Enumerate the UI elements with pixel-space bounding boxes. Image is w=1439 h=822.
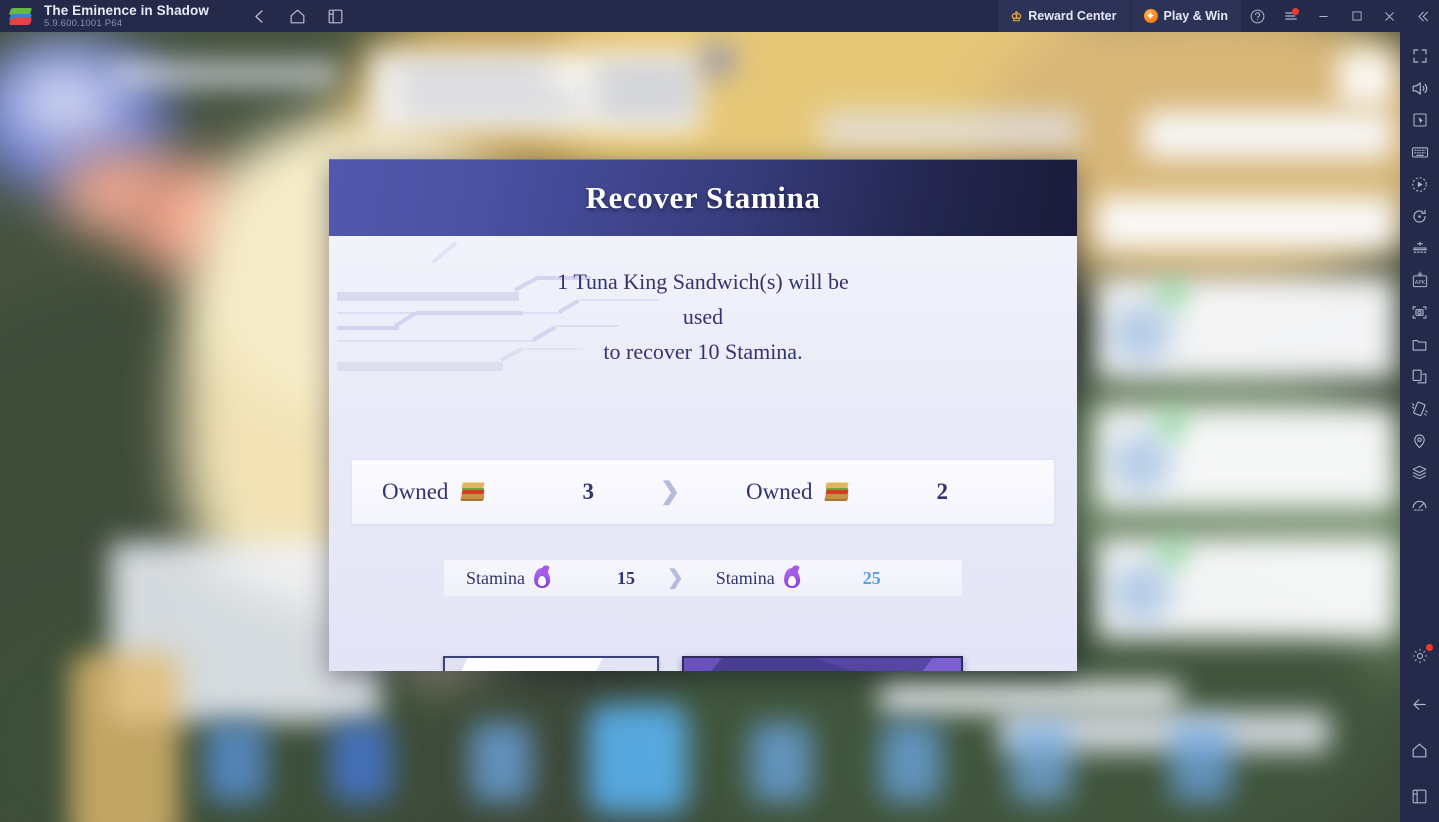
owned-before-group: Owned (382, 479, 486, 505)
multi-instance-icon[interactable] (321, 3, 351, 29)
titlebar-right-group: ♔ Reward Center ✦ Play & Win (996, 0, 1439, 32)
sandwich-icon (824, 481, 850, 503)
svg-text:APK: APK (1414, 280, 1425, 286)
dialog-body: 1 Tuna King Sandwich(s) will be used to … (329, 236, 1077, 671)
app-version: 5.9.600.1001 P64 (44, 18, 123, 29)
multi-instance-manager-icon[interactable] (1404, 456, 1436, 488)
help-icon[interactable] (1241, 0, 1274, 32)
tools-sidebar: APK (1400, 32, 1439, 822)
stamina-before-label: Stamina (466, 567, 525, 588)
collapse-sidebar-icon[interactable] (1406, 0, 1439, 32)
home-icon[interactable] (283, 3, 313, 29)
minimize-icon[interactable] (1307, 0, 1340, 32)
android-home-icon[interactable] (1404, 734, 1436, 766)
play-and-win-label: Play & Win (1163, 9, 1228, 23)
settings-notification-badge (1425, 644, 1433, 651)
dialog-title: Recover Stamina (585, 180, 821, 215)
settings-gear-icon[interactable] (1404, 640, 1436, 672)
sandwich-icon (460, 481, 486, 503)
back-arrow-icon[interactable] (245, 3, 275, 29)
menu-notification-badge (1292, 8, 1299, 15)
android-back-icon[interactable] (1404, 688, 1436, 720)
owned-before-value: 3 (582, 479, 594, 504)
crown-icon: ♔ (1010, 8, 1023, 24)
app-title: The Eminence in Shadow (44, 2, 209, 18)
volume-icon[interactable] (1404, 72, 1436, 104)
bluestacks-logo-icon (8, 3, 34, 29)
stamina-arrow-icon: ❯ (667, 567, 684, 589)
flame-icon (783, 564, 801, 589)
fullscreen-icon[interactable] (1404, 40, 1436, 72)
message-line-2: used (682, 304, 724, 329)
stamina-before-value: 15 (617, 567, 635, 588)
stamina-after-label: Stamina (715, 567, 775, 588)
titlebar-nav-group (245, 3, 351, 29)
media-folder-icon[interactable] (1404, 328, 1436, 360)
location-icon[interactable] (1404, 424, 1436, 456)
owned-after-value: 2 (936, 479, 948, 504)
bluestacks-window: The Eminence in Shadow 5.9.600.1001 P64 … (0, 0, 1439, 822)
copy-to-pc-icon[interactable] (1404, 360, 1436, 392)
message-line-1: 1 Tuna King Sandwich(s) will be (557, 269, 849, 294)
back-button[interactable]: Back (443, 656, 659, 671)
performance-icon[interactable] (1404, 488, 1436, 520)
reward-center-button[interactable]: ♔ Reward Center (996, 0, 1130, 32)
maximize-icon[interactable] (1340, 0, 1373, 32)
owned-before-label: Owned (382, 479, 449, 504)
owned-after-label: Owned (746, 479, 813, 504)
stamina-after-value: 25 (862, 567, 881, 588)
owned-item-row: Owned 3 ❯ Owned 2 (351, 459, 1055, 525)
coin-icon: ✦ (1143, 9, 1158, 23)
dialog-header: Recover Stamina (329, 159, 1077, 236)
install-apk-icon[interactable]: APK (1404, 264, 1436, 296)
owned-arrow-icon: ❯ (659, 478, 681, 505)
eco-mode-icon[interactable] (1404, 232, 1436, 264)
message-line-3: to recover 10 Stamina. (603, 339, 803, 364)
stamina-row: Stamina 15 ❯ Stamina 25 (443, 559, 963, 597)
screenshot-icon[interactable] (1404, 296, 1436, 328)
shake-icon[interactable] (1404, 392, 1436, 424)
window-titlebar: The Eminence in Shadow 5.9.600.1001 P64 … (0, 0, 1439, 32)
keyboard-icon[interactable] (1404, 136, 1436, 168)
flame-icon (533, 564, 551, 589)
menu-icon[interactable] (1274, 0, 1307, 32)
play-and-win-button[interactable]: ✦ Play & Win (1129, 0, 1241, 32)
stamina-before-group: Stamina (466, 564, 551, 589)
dialog-message: 1 Tuna King Sandwich(s) will be used to … (329, 236, 1077, 369)
stamina-after-group: Stamina (715, 564, 801, 589)
cursor-icon[interactable] (1404, 104, 1436, 136)
owned-after-group: Owned (746, 479, 850, 505)
recover-stamina-dialog: Recover Stamina 1 Tuna King Sandwich(s) … (329, 159, 1077, 671)
macro-record-icon[interactable] (1404, 168, 1436, 200)
android-recents-icon[interactable] (1404, 780, 1436, 812)
reward-center-label: Reward Center (1028, 9, 1117, 23)
rotate-icon[interactable] (1404, 200, 1436, 232)
ok-button[interactable]: OK (682, 656, 963, 671)
close-icon[interactable] (1373, 0, 1406, 32)
